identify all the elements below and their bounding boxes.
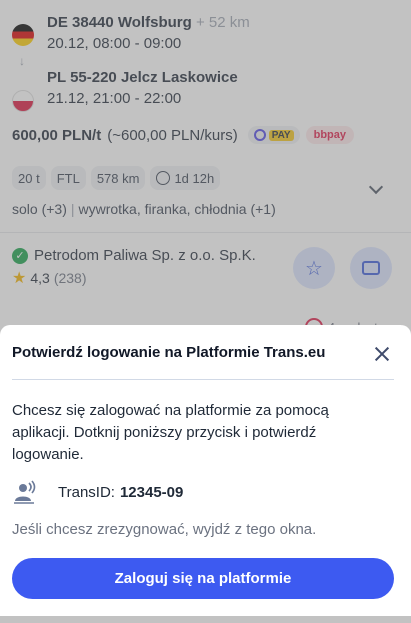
trans-id-label: TransID: bbox=[58, 483, 115, 501]
trans-id-row: TransID: 12345-09 bbox=[12, 479, 183, 505]
login-confirm-modal: Potwierdź logowanie na Platformie Trans.… bbox=[0, 325, 411, 616]
modal-body-text: Chcesz się zalogować na platformie za po… bbox=[12, 402, 329, 463]
login-platform-button[interactable]: Zaloguj się na platformie bbox=[12, 558, 394, 599]
modal-divider bbox=[12, 379, 394, 380]
modal-title: Potwierdź logowanie na Platformie Trans.… bbox=[12, 344, 326, 361]
modal-hint: Jeśli chcesz zrezygnować, wyjdź z tego o… bbox=[12, 521, 317, 538]
close-icon[interactable] bbox=[374, 346, 390, 362]
trans-id-value: 12345-09 bbox=[119, 483, 184, 501]
person-signal-icon bbox=[14, 480, 36, 504]
